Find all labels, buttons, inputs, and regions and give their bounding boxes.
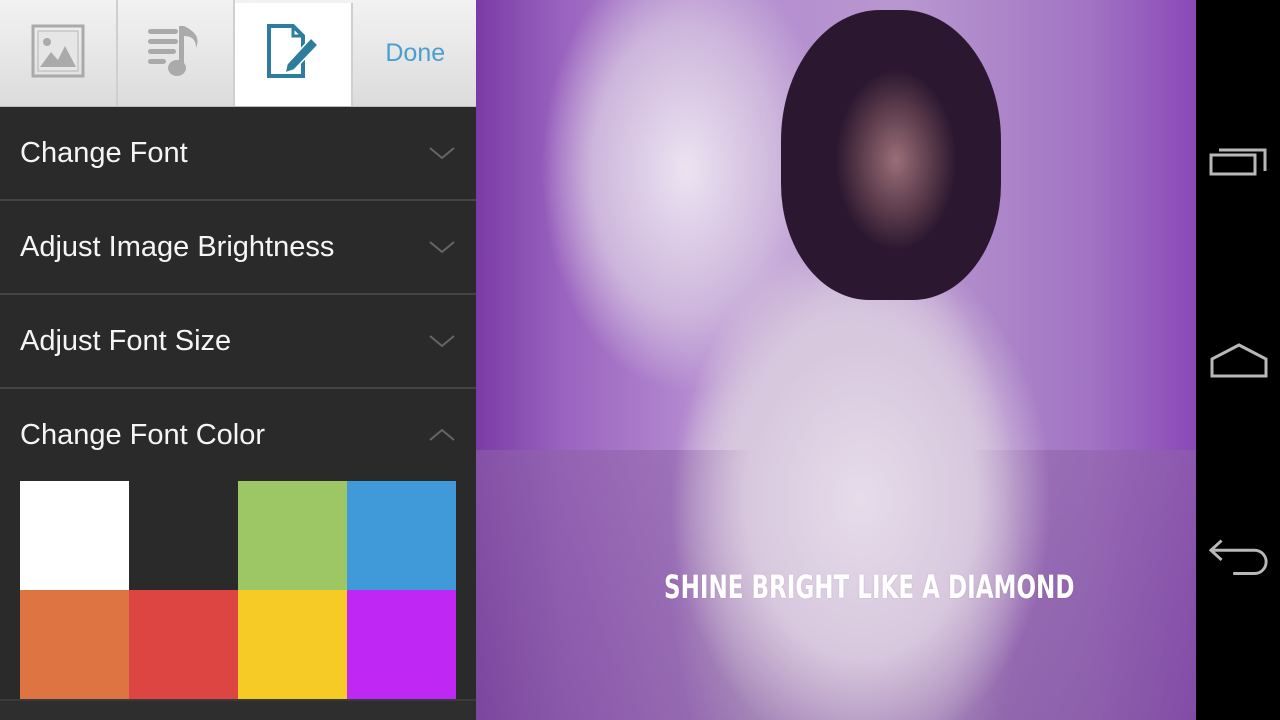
photo-head-region: [781, 10, 1001, 300]
back-icon: [1208, 539, 1268, 575]
menu-item-adjust-image-brightness[interactable]: Adjust Image Brightness: [0, 201, 476, 295]
settings-menu: Change Font Adjust Image Brightness Adju…: [0, 107, 476, 481]
photo-figure-region: [671, 240, 1051, 720]
image-tab-button[interactable]: [0, 0, 118, 106]
color-swatch-red[interactable]: [129, 590, 238, 699]
color-swatch-black[interactable]: [129, 481, 238, 590]
menu-item-adjust-font-size[interactable]: Adjust Font Size: [0, 295, 476, 389]
recent-apps-button[interactable]: [1208, 135, 1270, 185]
menu-item-label: Adjust Font Size: [20, 324, 232, 357]
chevron-up-icon: [429, 428, 455, 441]
lyrics-tab-button[interactable]: [118, 0, 235, 106]
color-swatch-white[interactable]: [20, 481, 129, 590]
edit-tab-button[interactable]: [235, 3, 353, 106]
back-button[interactable]: [1208, 533, 1270, 583]
color-swatch-grid: [20, 481, 456, 699]
edit-document-icon: [265, 24, 321, 85]
toolbar: Done: [0, 0, 476, 107]
music-lyrics-icon: [146, 24, 204, 83]
color-swatch-green[interactable]: [238, 481, 347, 590]
menu-item-change-font[interactable]: Change Font: [0, 107, 476, 201]
chevron-down-icon: [429, 335, 455, 348]
image-icon: [31, 24, 85, 83]
photo-canvas[interactable]: SHINE BRIGHT LIKE A DIAMOND: [476, 0, 1196, 720]
done-label: Done: [385, 38, 446, 67]
home-button[interactable]: [1208, 335, 1270, 385]
color-swatch-purple[interactable]: [347, 590, 456, 699]
panel-footer: [0, 699, 476, 720]
chevron-down-icon: [429, 147, 455, 160]
done-button[interactable]: Done: [355, 0, 476, 106]
menu-item-label: Adjust Image Brightness: [20, 230, 335, 263]
caption-text[interactable]: SHINE BRIGHT LIKE A DIAMOND: [664, 568, 1074, 606]
system-nav-bar: [1196, 0, 1280, 720]
home-icon: [1210, 343, 1268, 378]
color-swatch-yellow[interactable]: [238, 590, 347, 699]
color-swatch-blue[interactable]: [347, 481, 456, 590]
chevron-down-icon: [429, 241, 455, 254]
menu-item-label: Change Font Color: [20, 418, 266, 451]
color-swatch-orange[interactable]: [20, 590, 129, 699]
recent-apps-icon: [1209, 148, 1267, 176]
editor-panel: Done Change Font Adjust Image Brightness…: [0, 0, 476, 720]
menu-item-label: Change Font: [20, 136, 188, 169]
menu-item-change-font-color[interactable]: Change Font Color: [0, 389, 476, 481]
